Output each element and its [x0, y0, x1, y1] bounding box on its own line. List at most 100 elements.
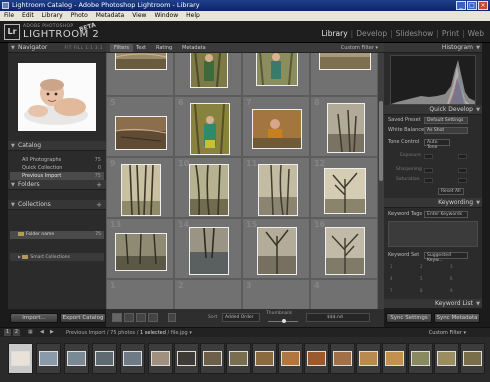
menu-help[interactable]: Help — [186, 11, 200, 21]
keyword-shortcut[interactable]: 3 — [450, 264, 453, 269]
navigator-zoom-options[interactable]: FIT FILL 1:1 3:1 — [64, 43, 103, 53]
navigator-preview[interactable] — [18, 63, 96, 131]
scrollbar-thumb[interactable] — [379, 101, 383, 181]
filmstrip-thumbnail[interactable] — [8, 343, 33, 374]
tab-text[interactable]: Text — [132, 44, 150, 52]
survey-view-icon[interactable] — [148, 313, 158, 322]
grid-cell[interactable]: 8 — [310, 96, 378, 157]
sync-metadata-button[interactable]: Sync Metadata — [434, 313, 480, 323]
compare-view-icon[interactable] — [136, 313, 146, 322]
grid-cell[interactable] — [174, 53, 242, 96]
close-icon[interactable]: × — [478, 1, 488, 10]
right-panel-edge[interactable] — [482, 43, 490, 309]
minimize-icon[interactable]: _ — [456, 1, 466, 10]
module-library[interactable]: Library — [321, 29, 347, 38]
photo-thumbnail[interactable] — [319, 53, 371, 70]
filmstrip-thumbnail[interactable] — [36, 343, 61, 374]
catalog-item-all-photographs[interactable]: All Photographs 75 — [10, 156, 104, 164]
grid-cell[interactable] — [310, 53, 378, 96]
keyword-shortcut[interactable]: 9 — [450, 288, 453, 293]
collection-item-smart-collections[interactable]: ▶ Smart Collections — [10, 253, 104, 261]
filmstrip-thumbnail[interactable] — [120, 343, 145, 374]
grid-cell[interactable]: 14 — [174, 218, 242, 279]
grid-cell[interactable]: 5 — [106, 96, 174, 157]
photo-thumbnail[interactable] — [327, 103, 365, 153]
add-collection-icon[interactable]: + — [96, 200, 102, 210]
grid-cell[interactable]: 3 — [242, 279, 310, 309]
photo-thumbnail[interactable] — [121, 164, 161, 216]
tab-rating[interactable]: Rating — [152, 44, 176, 52]
grid-view-icon[interactable] — [112, 313, 122, 322]
exposure-decrease-button[interactable] — [424, 154, 433, 159]
filmstrip-thumbnail[interactable] — [64, 343, 89, 374]
folder-item[interactable]: Folder name 75 — [10, 231, 104, 239]
photo-thumbnail[interactable] — [258, 164, 298, 216]
folders-header[interactable]: ▼ Folders + — [8, 180, 106, 190]
photo-thumbnail[interactable] — [115, 233, 167, 271]
keyword-list-header[interactable]: Keyword List ▼ — [384, 299, 482, 309]
keyword-shortcut[interactable]: 6 — [450, 276, 453, 281]
filmstrip-thumbnail[interactable] — [408, 343, 433, 374]
sharpening-increase-button[interactable] — [458, 168, 467, 173]
keyword-set-select[interactable]: Suggested Keyw... — [424, 252, 468, 263]
keyword-shortcut[interactable]: 1 — [390, 264, 393, 269]
painter-icon[interactable] — [168, 313, 176, 322]
grid-cell[interactable]: 12 — [310, 157, 378, 218]
photo-thumbnail[interactable] — [190, 103, 230, 155]
filmstrip-thumbnail[interactable] — [148, 343, 173, 374]
module-print[interactable]: Print — [442, 29, 459, 38]
filmstrip-thumbnail[interactable] — [200, 343, 225, 374]
grid-cell[interactable]: 15 — [242, 218, 310, 279]
grid-cell[interactable]: 11 — [242, 157, 310, 218]
saturation-increase-button[interactable] — [458, 178, 467, 183]
primary-window-button[interactable]: 1 — [4, 329, 11, 336]
menu-view[interactable]: View — [132, 11, 146, 21]
filmstrip-thumbnail[interactable] — [434, 343, 459, 374]
filmstrip-thumbnail[interactable] — [278, 343, 303, 374]
keyword-tags-select[interactable]: Enter Keywords — [424, 211, 468, 218]
histogram-header[interactable]: Histogram ▼ — [384, 43, 482, 53]
grid-cell[interactable]: 4 — [310, 279, 378, 309]
reset-all-button[interactable]: Reset All — [438, 188, 464, 195]
filmstrip-thumbnail[interactable] — [92, 343, 117, 374]
secondary-window-button[interactable]: 2 — [13, 329, 20, 336]
white-balance-select[interactable]: As Shot — [424, 127, 468, 134]
photo-thumbnail[interactable] — [256, 53, 298, 86]
thumbnail-size-knob[interactable] — [282, 319, 286, 323]
module-develop[interactable]: Develop — [356, 29, 387, 38]
grid-cell[interactable]: 1 — [106, 279, 174, 309]
auto-tone-button[interactable]: Auto Tone — [424, 139, 450, 150]
keyword-shortcut[interactable]: 7 — [390, 288, 393, 293]
export-catalog-button[interactable]: Export Catalog — [60, 313, 106, 323]
photo-thumbnail[interactable] — [252, 109, 302, 149]
grid-cell[interactable]: 6 — [174, 96, 242, 157]
filmstrip-thumbnail[interactable] — [304, 343, 329, 374]
quick-develop-header[interactable]: Quick Develop ▼ — [384, 105, 482, 115]
module-slideshow[interactable]: Slideshow — [396, 29, 434, 38]
filmstrip-thumbnail[interactable] — [226, 343, 251, 374]
custom-filter-dropdown[interactable]: Custom Filter ▾ — [341, 43, 378, 53]
grid-cell[interactable]: 9 — [106, 157, 174, 218]
tab-metadata[interactable]: Metadata — [178, 44, 210, 52]
grid-cell[interactable]: 2 — [174, 279, 242, 309]
photo-thumbnail[interactable] — [325, 227, 365, 275]
keyword-shortcut[interactable]: 2 — [420, 264, 423, 269]
filmstrip-thumbnail[interactable] — [252, 343, 277, 374]
left-panel-edge[interactable] — [0, 43, 8, 309]
sort-order-select[interactable]: Added Order — [222, 313, 260, 322]
back-arrow-icon[interactable]: ◀ — [40, 329, 44, 335]
photo-thumbnail[interactable] — [189, 164, 229, 216]
catalog-header[interactable]: ▼ Catalog — [8, 141, 106, 151]
photo-thumbnail[interactable] — [115, 53, 167, 70]
menu-edit[interactable]: Edit — [22, 11, 34, 21]
menu-file[interactable]: File — [4, 11, 14, 21]
keyword-shortcut[interactable]: 8 — [420, 288, 423, 293]
tab-filters[interactable]: Filters — [110, 44, 133, 52]
keyword-shortcut[interactable]: 4 — [390, 276, 393, 281]
filmstrip-thumbnail[interactable] — [356, 343, 381, 374]
photo-thumbnail[interactable] — [190, 53, 228, 88]
toolbar-content-field[interactable]: $$$.nd — [306, 313, 370, 322]
menu-photo[interactable]: Photo — [71, 11, 88, 21]
navigator-header[interactable]: ▼ Navigator FIT FILL 1:1 3:1 — [8, 43, 106, 53]
grid-cell[interactable]: 16 — [310, 218, 378, 279]
